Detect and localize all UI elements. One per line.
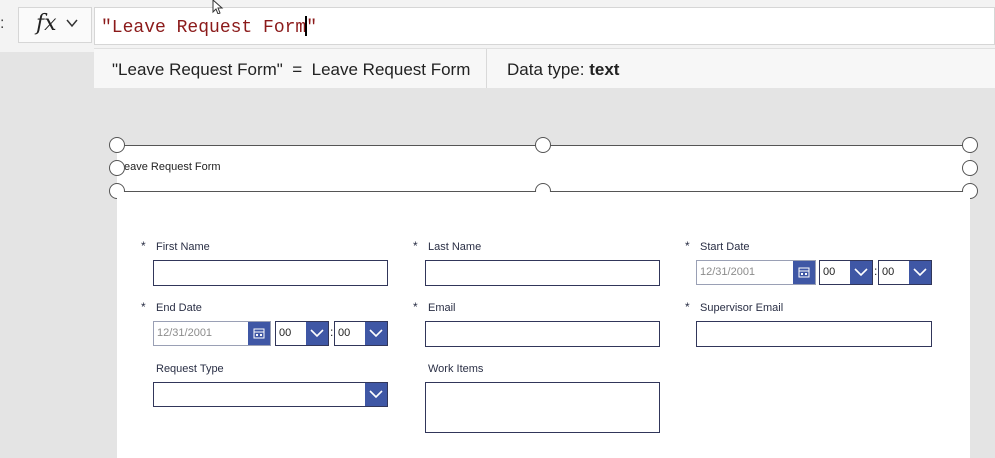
last-name-label: Last Name xyxy=(428,241,482,253)
start-date-value: 12/31/2001 xyxy=(700,266,756,278)
fx-icon: fx xyxy=(36,11,57,36)
formula-before-caret: "Leave Request Form xyxy=(101,18,307,38)
chevron-glyph xyxy=(369,390,383,399)
chevron-glyph xyxy=(369,329,383,338)
chevron-down-icon[interactable] xyxy=(306,322,328,345)
end-minute-dropdown[interactable]: 00 xyxy=(334,321,388,346)
calendar-icon[interactable] xyxy=(793,261,815,284)
email-label: Email xyxy=(428,302,456,314)
data-type-indicator: Data type: text xyxy=(507,60,619,80)
resize-handle-top-left[interactable] xyxy=(109,137,125,153)
formula-result: "Leave Request Form" = Leave Request For… xyxy=(112,60,471,79)
start-minute-dropdown[interactable]: 00 xyxy=(878,260,932,285)
chevron-down-icon[interactable] xyxy=(909,261,931,284)
mouse-pointer-icon xyxy=(212,0,224,14)
email-input[interactable] xyxy=(425,321,660,347)
request-type-dropdown[interactable] xyxy=(153,382,388,407)
chevron-glyph xyxy=(854,268,868,277)
calendar-glyph xyxy=(253,328,265,339)
divider xyxy=(486,49,487,88)
end-date-label: End Date xyxy=(156,302,202,314)
resize-handle-top-right[interactable] xyxy=(962,137,978,153)
chevron-glyph xyxy=(913,268,927,277)
end-hour-value: 00 xyxy=(279,327,292,339)
formula-after-caret: " xyxy=(306,18,318,38)
calendar-icon[interactable] xyxy=(248,322,270,345)
resize-handle-top-center[interactable] xyxy=(535,137,551,153)
fx-button[interactable]: fx xyxy=(18,7,92,43)
start-hour-value: 00 xyxy=(823,266,836,278)
formula-bar: : fx "Leave Request Form" xyxy=(0,0,995,52)
start-date-label: Start Date xyxy=(700,241,750,253)
start-minute-value: 00 xyxy=(882,266,895,278)
supervisor-email-label: Supervisor Email xyxy=(700,302,784,314)
more-options-icon[interactable]: : xyxy=(0,14,6,34)
chevron-down-icon[interactable] xyxy=(850,261,872,284)
time-separator: : xyxy=(874,264,878,278)
end-date-picker[interactable]: 12/31/2001 xyxy=(153,321,271,346)
work-items-textarea[interactable] xyxy=(425,382,660,433)
end-date-value: 12/31/2001 xyxy=(157,327,213,339)
first-name-input[interactable] xyxy=(153,260,388,286)
formula-text: "Leave Request Form" xyxy=(101,16,317,38)
required-indicator: * xyxy=(413,300,418,314)
start-date-picker[interactable]: 12/31/2001 xyxy=(696,260,816,285)
first-name-label: First Name xyxy=(156,241,210,253)
work-items-label: Work Items xyxy=(428,363,484,375)
request-type-label: Request Type xyxy=(156,363,224,375)
supervisor-email-input[interactable] xyxy=(696,321,932,347)
required-indicator: * xyxy=(141,239,146,253)
required-indicator: * xyxy=(685,239,690,253)
data-type-label: Data type: xyxy=(507,60,590,79)
time-separator: : xyxy=(330,325,334,339)
end-hour-dropdown[interactable]: 00 xyxy=(275,321,329,346)
data-type-value: text xyxy=(589,60,620,79)
chevron-down-icon[interactable] xyxy=(365,383,387,406)
required-indicator: * xyxy=(141,300,146,314)
leave-request-form: * First Name * Last Name * Start Date 12… xyxy=(117,192,970,458)
end-minute-value: 00 xyxy=(338,327,351,339)
start-hour-dropdown[interactable]: 00 xyxy=(819,260,873,285)
last-name-input[interactable] xyxy=(425,260,660,286)
resize-handle-middle-left[interactable] xyxy=(109,160,125,176)
title-label-text: eave Request Form xyxy=(124,161,221,173)
chevron-down-icon[interactable] xyxy=(365,322,387,345)
chevron-glyph xyxy=(310,329,324,338)
calendar-glyph xyxy=(798,267,810,278)
resize-handle-middle-right[interactable] xyxy=(962,160,978,176)
required-indicator: * xyxy=(413,239,418,253)
required-indicator: * xyxy=(685,300,690,314)
formula-input[interactable]: "Leave Request Form" xyxy=(94,7,995,45)
chevron-down-icon xyxy=(66,19,78,28)
formula-result-bar: "Leave Request Form" = Leave Request For… xyxy=(94,48,995,88)
